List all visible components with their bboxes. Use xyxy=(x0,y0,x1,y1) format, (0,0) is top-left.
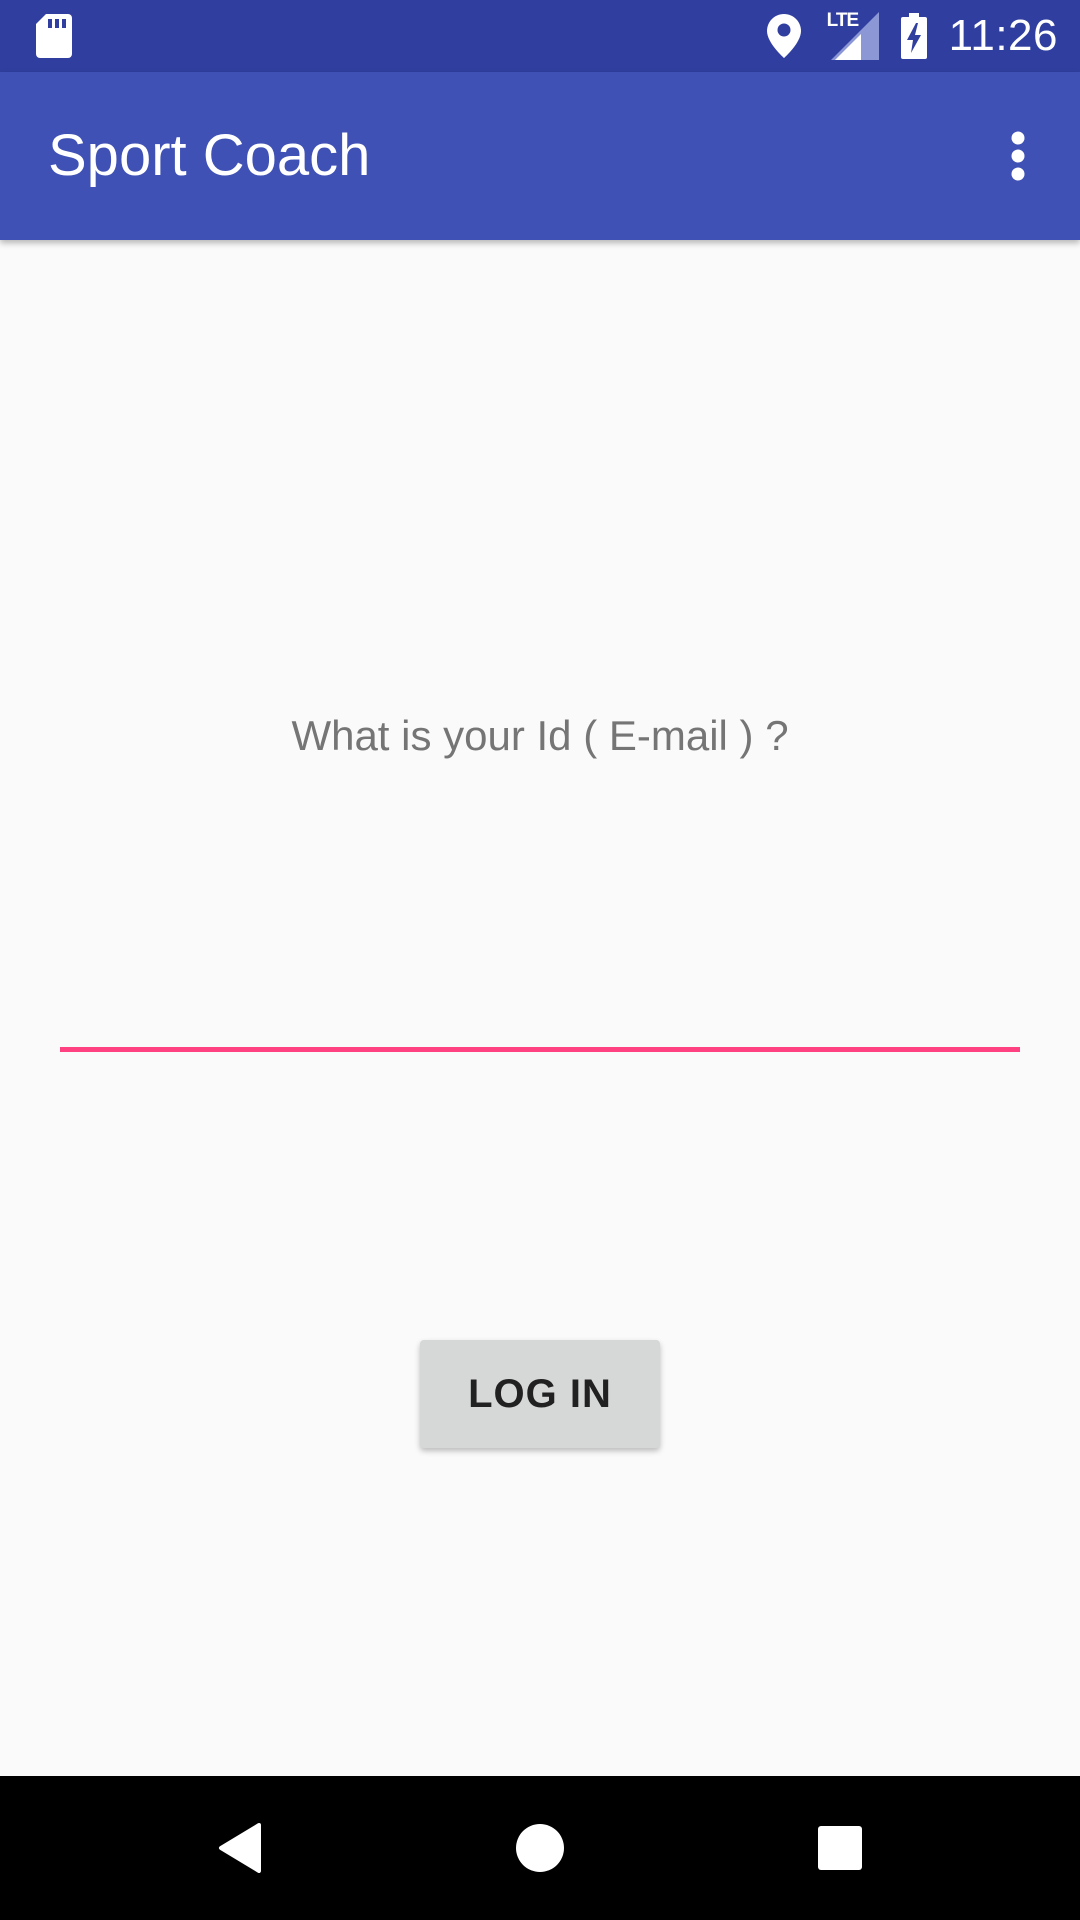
recents-button[interactable] xyxy=(792,1800,888,1896)
email-prompt-label: What is your Id ( E-mail ) ? xyxy=(291,712,789,759)
back-icon xyxy=(219,1823,261,1873)
lte-signal-icon: LTE xyxy=(827,10,879,60)
sd-card-icon xyxy=(36,14,72,58)
status-bar: LTE 11:26 xyxy=(0,0,1080,72)
login-button[interactable]: LOG IN xyxy=(420,1340,660,1448)
app-bar: Sport Coach xyxy=(0,72,1080,240)
home-button[interactable] xyxy=(492,1800,588,1896)
status-indicators: LTE 11:26 xyxy=(766,0,1058,72)
navigation-bar xyxy=(0,1776,1080,1920)
home-icon xyxy=(516,1824,564,1872)
battery-charging-icon xyxy=(900,13,927,59)
clock: 11:26 xyxy=(948,11,1058,60)
location-icon xyxy=(766,14,801,58)
more-vertical-icon xyxy=(1011,131,1025,181)
overflow-menu-button[interactable] xyxy=(980,118,1056,194)
recents-icon xyxy=(818,1826,862,1870)
back-button[interactable] xyxy=(192,1800,288,1896)
email-input[interactable] xyxy=(60,780,1020,1052)
app-title: Sport Coach xyxy=(48,123,371,188)
